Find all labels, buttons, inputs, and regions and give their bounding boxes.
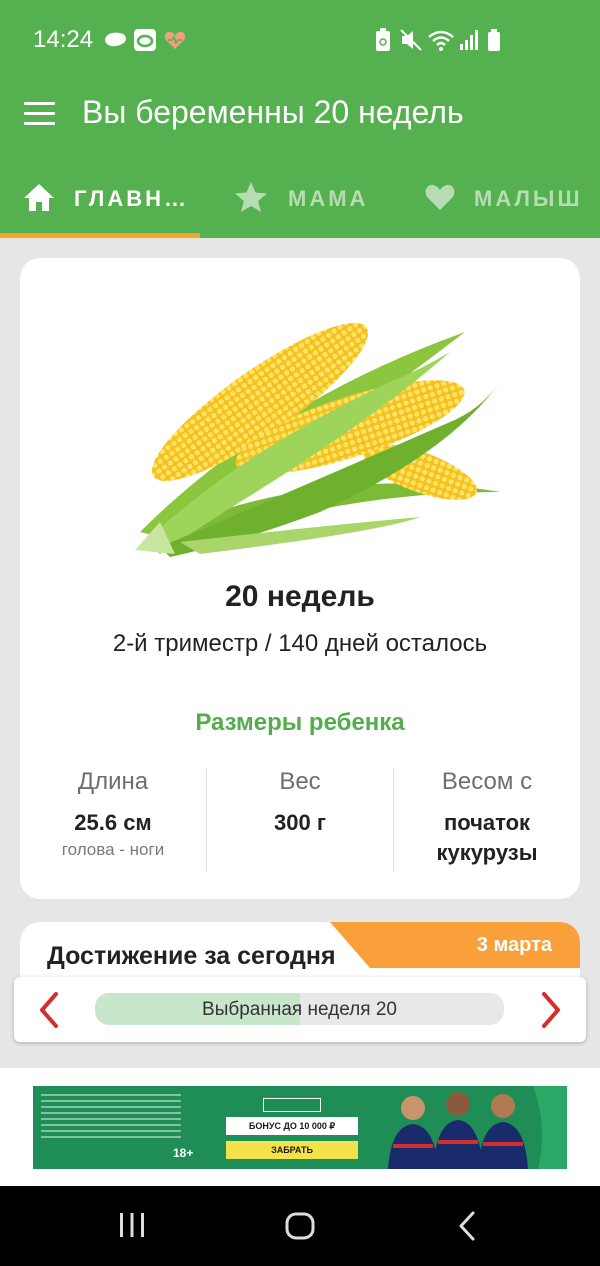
baby-sizes-title: Размеры ребенка xyxy=(195,709,405,736)
length-value: 25.6 см xyxy=(74,810,152,835)
tab-bar: ГЛАВН… МАМА МАЛЫШ xyxy=(0,158,600,238)
weeks-title: 20 недель xyxy=(225,580,375,613)
tab-mom[interactable]: МАМА xyxy=(200,158,400,238)
ad-cta-button[interactable]: ЗАБРАТЬ xyxy=(226,1141,358,1159)
tab-baby-label: МАЛЫШ xyxy=(474,186,583,211)
ad-brand-logo xyxy=(263,1098,321,1112)
ad-area: БОНУС ДО 10 000 ₽ ЗАБРАТЬ 18+ xyxy=(0,1068,600,1186)
weight-column: Вес 300 г xyxy=(207,768,393,838)
tab-baby[interactable]: МАЛЫШ xyxy=(400,158,600,238)
ad-age-label: 18+ xyxy=(173,1146,194,1160)
length-column: Длина 25.6 см голова - ноги xyxy=(20,768,206,860)
signal-icon xyxy=(460,30,478,50)
battery-saver-icon xyxy=(376,28,390,51)
page-title: Вы беременны 20 недель xyxy=(82,94,464,130)
tab-home-label: ГЛАВН… xyxy=(74,186,190,211)
comparison-value-line2: кукурузы xyxy=(436,840,538,865)
ad-players-image xyxy=(373,1086,567,1169)
comparison-column: Весом с початок кукурузы xyxy=(394,768,580,868)
week-info-card: 20 недель 2-й триместр / 140 дней остало… xyxy=(20,258,580,899)
heart-icon xyxy=(425,184,455,210)
next-week-button[interactable] xyxy=(538,991,564,1029)
tab-home[interactable]: ГЛАВН… xyxy=(0,158,200,238)
home-icon xyxy=(24,184,54,211)
notification-square-icon xyxy=(134,29,156,51)
system-nav-bar xyxy=(0,1186,600,1266)
trimester-info: 2-й триместр / 140 дней осталось xyxy=(112,630,488,657)
active-tab-indicator xyxy=(0,233,200,238)
corn-image xyxy=(135,322,500,557)
wifi-icon xyxy=(428,30,454,51)
week-selector: Выбранная неделя 20 xyxy=(14,977,586,1042)
weight-label: Вес xyxy=(279,768,321,795)
status-bar: 14:24 xyxy=(0,0,600,80)
length-label: Длина xyxy=(77,768,149,795)
home-button[interactable] xyxy=(284,1211,316,1241)
weight-value: 300 г xyxy=(274,810,326,835)
menu-icon[interactable] xyxy=(24,100,56,128)
ad-disclaimer-lines xyxy=(41,1094,181,1142)
app-bar: Вы беременны 20 недель xyxy=(0,80,600,158)
achievement-date: 3 марта xyxy=(476,934,552,956)
back-button[interactable] xyxy=(456,1210,478,1242)
battery-icon xyxy=(488,29,500,51)
status-time: 14:24 xyxy=(33,26,94,53)
notification-app-icon xyxy=(105,32,126,47)
achievement-title: Достижение за сегодня xyxy=(47,942,336,970)
selected-week-label: Выбранная неделя 20 xyxy=(202,999,397,1020)
ad-bonus-label: БОНУС ДО 10 000 ₽ xyxy=(226,1117,358,1135)
tab-mom-label: МАМА xyxy=(288,186,369,211)
comparison-label: Весом с xyxy=(441,768,533,795)
length-subtitle: голова - ноги xyxy=(61,840,165,859)
star-icon xyxy=(235,182,267,212)
notification-heart-icon xyxy=(164,31,186,49)
ad-banner[interactable]: БОНУС ДО 10 000 ₽ ЗАБРАТЬ 18+ xyxy=(33,1086,567,1169)
comparison-value-line1: початок xyxy=(443,810,531,835)
recent-apps-button[interactable] xyxy=(118,1211,146,1239)
mute-icon xyxy=(400,29,422,51)
previous-week-button[interactable] xyxy=(36,991,62,1029)
week-progress-bar[interactable]: Выбранная неделя 20 xyxy=(95,993,504,1025)
